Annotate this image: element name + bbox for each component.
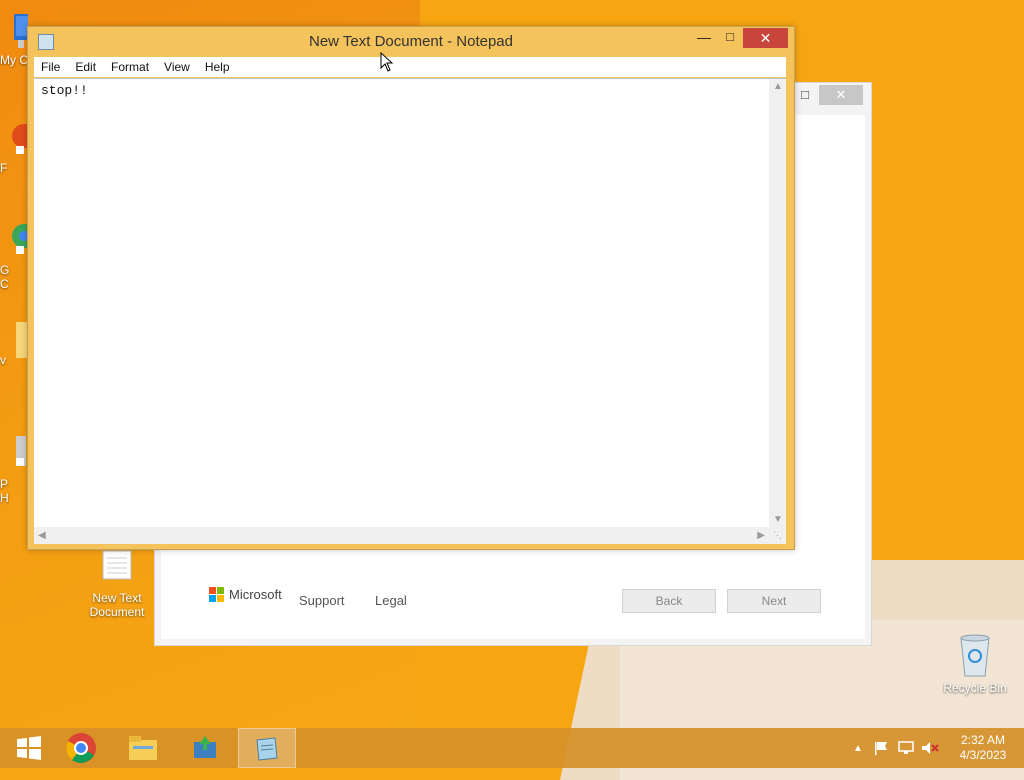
system-tray: ▲ (850, 728, 940, 768)
resize-grip-icon[interactable]: ⋱ (769, 527, 786, 544)
taskbar-notepad[interactable] (238, 728, 296, 768)
start-button[interactable] (0, 728, 58, 768)
network-icon[interactable] (896, 740, 916, 756)
desktop-icon-recycle-bin[interactable]: Recycle Bin (940, 632, 1010, 695)
notepad-window[interactable]: New Text Document - Notepad — □ ✕ File E… (27, 26, 795, 550)
system-clock[interactable]: 2:32 AM 4/3/2023 (952, 733, 1014, 763)
microsoft-logo: Microsoft (209, 587, 282, 602)
recycle-bin-icon (960, 634, 990, 677)
clock-date: 4/3/2023 (959, 748, 1007, 762)
file-explorer-icon (129, 736, 157, 760)
desktop-icon-label: P (0, 477, 9, 491)
taskbar: ▲ 2:32 AM 4/3/2023 (0, 728, 1024, 768)
minimize-button[interactable]: — (692, 29, 716, 49)
next-button[interactable]: Next (727, 589, 821, 613)
scroll-up-icon[interactable]: ▲ (773, 81, 783, 92)
desktop-icon-label: G (0, 263, 10, 277)
scroll-down-icon[interactable]: ▼ (773, 514, 783, 525)
desktop-icon-label: My C (0, 53, 28, 67)
scroll-left-icon[interactable]: ◀ (38, 530, 46, 541)
show-hidden-icons-icon[interactable]: ▲ (850, 743, 866, 754)
action-center-flag-icon[interactable] (872, 740, 892, 756)
desktop-icon-label: H (0, 491, 9, 505)
chrome-icon (66, 733, 96, 763)
desktop-icon-label: Recycle Bin (943, 681, 1007, 695)
scroll-right-icon[interactable]: ▶ (757, 530, 765, 541)
desktop-icon-label: New Text Document (89, 591, 145, 619)
desktop-icon-label: F (0, 161, 8, 175)
desktop-icon-new-text-document[interactable]: New Text Document (82, 548, 152, 619)
window-title: New Text Document - Notepad (309, 33, 513, 50)
desktop-icon-partial[interactable]: v (0, 318, 28, 367)
microsoft-logo-icon (209, 587, 224, 602)
document-text: stop!! (41, 83, 88, 98)
taskbar-chrome[interactable] (52, 728, 110, 768)
vertical-scrollbar[interactable]: ▲ ▼ (769, 79, 786, 527)
app-icon (16, 436, 26, 466)
menu-format[interactable]: Format (104, 57, 157, 77)
notepad-app-icon (256, 737, 278, 761)
desktop-icon-partial[interactable]: P H (0, 434, 28, 505)
chrome-icon (12, 224, 36, 254)
windows-logo-icon (17, 736, 41, 760)
clock-time: 2:32 AM (960, 733, 1006, 747)
text-editor-area[interactable]: stop!! ▲ ▼ ◀ ▶ ⋱ (34, 78, 786, 544)
installer-app-icon (194, 736, 216, 758)
taskbar-file-explorer[interactable] (114, 728, 172, 768)
computer-icon (14, 14, 30, 48)
menu-bar: File Edit Format View Help (34, 57, 786, 77)
desktop-icon-partial[interactable]: F (0, 122, 36, 175)
menu-edit[interactable]: Edit (68, 57, 104, 77)
menu-help[interactable]: Help (198, 57, 238, 77)
desktop-icon-this-pc[interactable]: My C (0, 12, 30, 67)
horizontal-scrollbar[interactable]: ◀ ▶ (34, 527, 769, 544)
mouse-cursor-icon (380, 52, 394, 72)
taskbar-installer[interactable] (176, 728, 234, 768)
maximize-button[interactable]: □ (718, 29, 742, 49)
app-icon (12, 124, 36, 154)
microsoft-brand-text: Microsoft (229, 587, 282, 602)
desktop-icon-label: C (0, 277, 9, 291)
installer-close-button[interactable]: ✕ (819, 85, 863, 105)
menu-view[interactable]: View (157, 57, 198, 77)
legal-link[interactable]: Legal (375, 593, 407, 608)
desktop-icon-partial[interactable]: G C (0, 220, 36, 291)
close-button[interactable]: ✕ (743, 28, 788, 48)
text-file-icon (102, 550, 132, 580)
back-button[interactable]: Back (622, 589, 716, 613)
menu-file[interactable]: File (34, 57, 68, 77)
support-link[interactable]: Support (299, 593, 345, 608)
volume-muted-icon[interactable] (920, 740, 940, 756)
